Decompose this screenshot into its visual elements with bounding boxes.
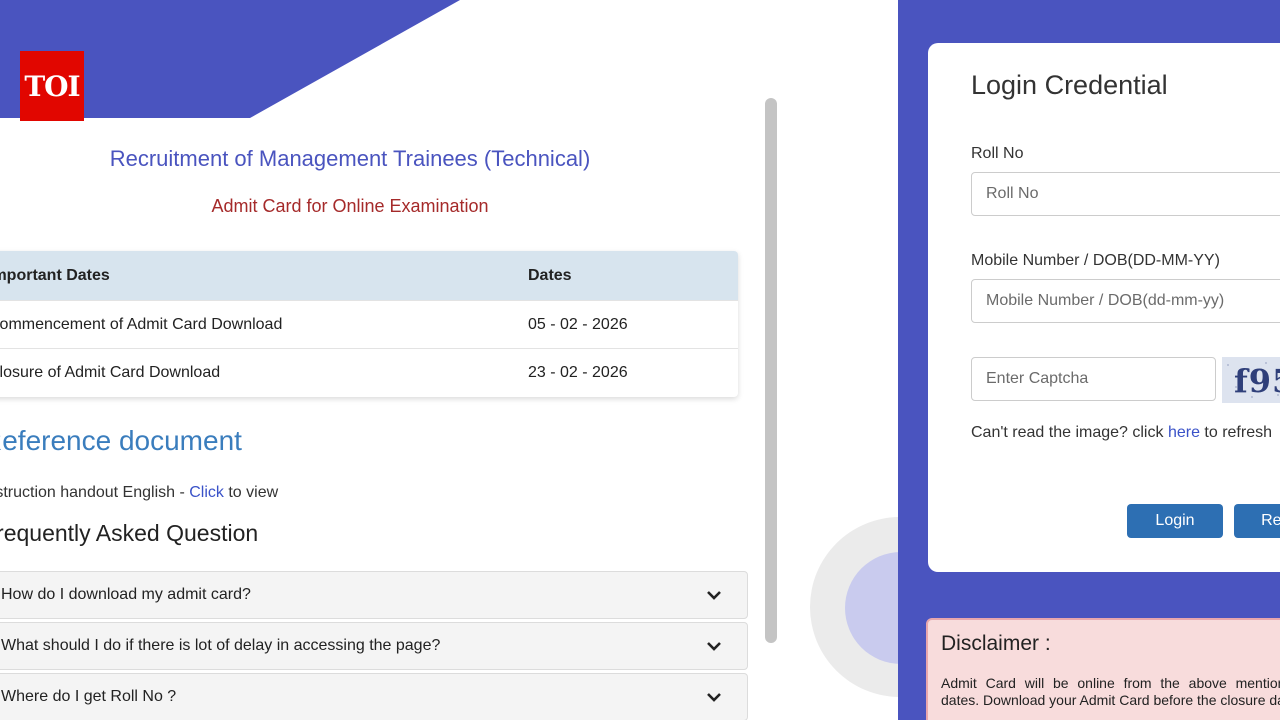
mobile-dob-input[interactable]: [971, 279, 1280, 323]
roll-no-label: Roll No: [971, 145, 1024, 162]
mobile-dob-label: Mobile Number / DOB(DD-MM-YY): [971, 252, 1220, 269]
page-subtitle: Admit Card for Online Examination: [211, 196, 489, 216]
page-title: Recruitment of Management Trainees (Tech…: [109, 146, 591, 171]
date-cell: 23 - 02 - 2026: [528, 364, 628, 381]
captcha-refresh-line: Can't read the image? click here to refr…: [971, 424, 1272, 442]
toi-logo: TOI: [20, 51, 84, 121]
refresh-prefix: Can't read the image? click: [971, 424, 1168, 441]
disclaimer-box: Disclaimer : Admit Card will be online f…: [926, 618, 1280, 720]
refresh-suffix: to refresh: [1199, 424, 1272, 441]
faq-question: What should I do if there is lot of dela…: [1, 637, 441, 654]
disclaimer-text: Admit Card will be online from the above…: [941, 675, 1280, 708]
event-cell: Closure of Admit Card Download: [0, 364, 221, 381]
table-header-row: Important Dates Dates: [0, 251, 738, 301]
reference-prefix: Instruction handout English -: [0, 484, 190, 501]
reference-suffix: to view: [223, 484, 279, 501]
important-dates-table: Important Dates Dates Commencement of Ad…: [0, 251, 738, 397]
captcha-text: f95: [1234, 362, 1280, 400]
chevron-down-icon[interactable]: [701, 585, 727, 605]
disclaimer-title: Disclaimer :: [941, 632, 1051, 655]
captcha-refresh-link[interactable]: here: [1168, 424, 1200, 441]
event-cell: Commencement of Admit Card Download: [0, 315, 283, 333]
column-header-event: Important Dates: [0, 266, 110, 284]
roll-no-input[interactable]: [971, 172, 1280, 216]
scrollbar[interactable]: [765, 98, 777, 643]
captcha-input[interactable]: [971, 357, 1216, 401]
faq-item[interactable]: How do I download my admit card?: [0, 571, 748, 619]
reference-link[interactable]: Click: [189, 484, 224, 501]
reference-line: Instruction handout English - Click to v…: [0, 484, 278, 502]
faq-item[interactable]: Where do I get Roll No ?: [0, 673, 748, 720]
faq-item[interactable]: What should I do if there is lot of dela…: [0, 622, 748, 670]
faq-question: How do I download my admit card?: [1, 586, 251, 603]
reference-heading: Reference document: [0, 425, 242, 456]
captcha-image: f95: [1222, 357, 1280, 403]
column-header-date: Dates: [528, 266, 572, 284]
table-row: Closure of Admit Card Download 23 - 02 -…: [0, 349, 738, 397]
faq-question: Where do I get Roll No ?: [1, 688, 177, 705]
date-cell: 05 - 02 - 2026: [528, 315, 628, 333]
login-card: Login Credential Roll No Mobile Number /…: [928, 43, 1280, 572]
chevron-down-icon[interactable]: [701, 636, 727, 656]
faq-heading: Frequently Asked Question: [0, 520, 259, 546]
login-title: Login Credential: [971, 70, 1168, 100]
login-button[interactable]: Login: [1127, 504, 1223, 538]
chevron-down-icon[interactable]: [701, 687, 727, 707]
table-row: Commencement of Admit Card Download 05 -…: [0, 301, 738, 349]
reset-button[interactable]: Reset: [1234, 504, 1280, 538]
